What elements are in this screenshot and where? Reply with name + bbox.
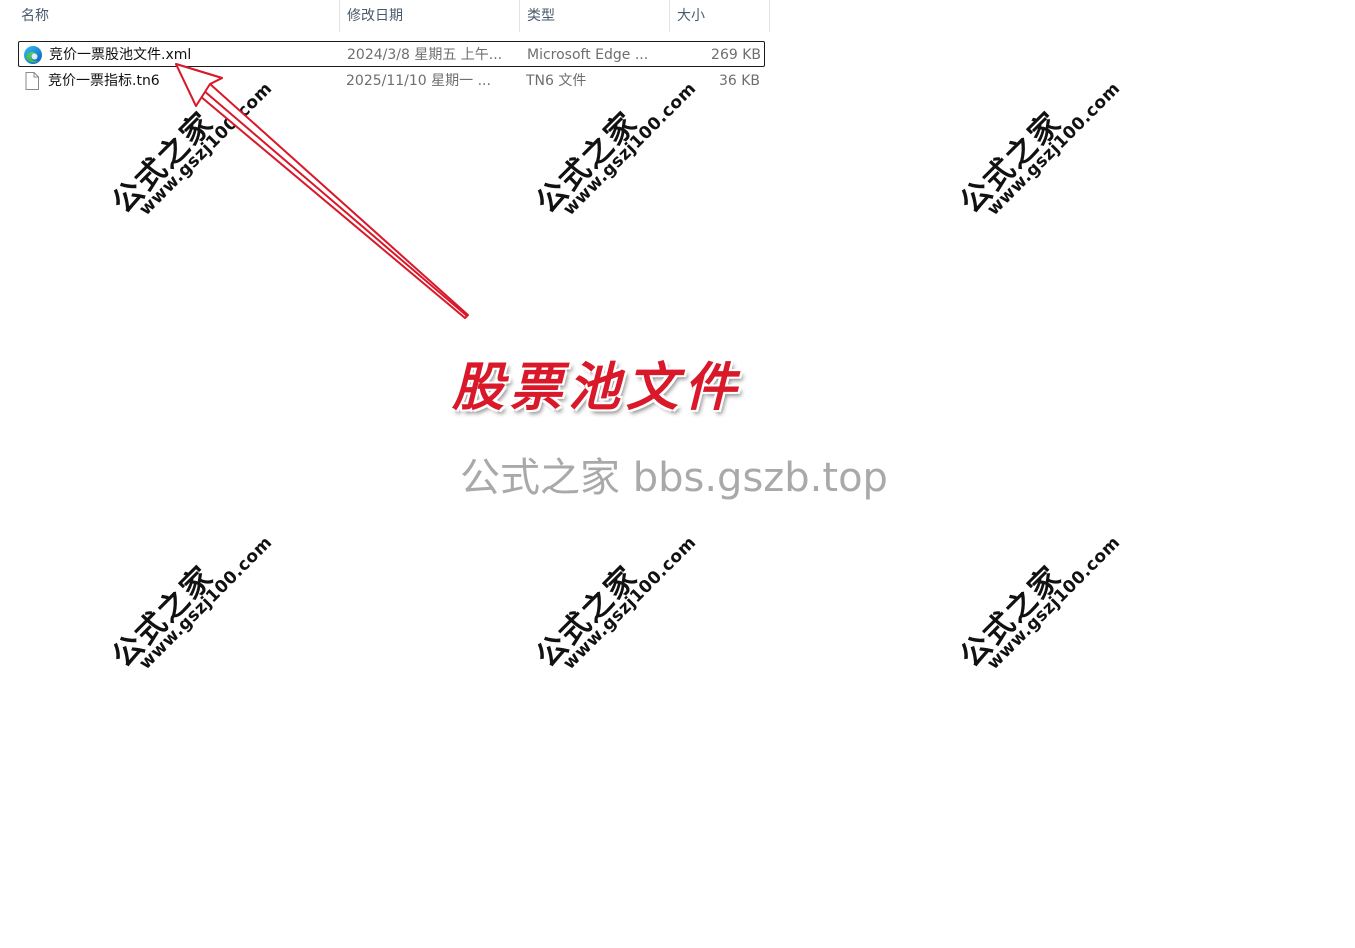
column-size-header[interactable]: 大小 (670, 0, 770, 32)
file-type: Microsoft Edge ... (527, 47, 649, 63)
watermark-stamp: 公式之家 www.gszj100.com (100, 503, 284, 687)
watermark-stamp: 公式之家 www.gszj100.com (948, 503, 1132, 687)
sort-ascending-icon: ^ (171, 0, 181, 7)
file-name: 竞价一票指标.tn6 (48, 73, 160, 89)
file-date: 2024/3/8 星期五 上午... (347, 47, 503, 63)
explorer-window: 名称 ^ 修改日期 类型 大小 竞价一票股池文件.xml 2024/3/8 星期… (0, 0, 1355, 948)
column-header: 名称 ^ 修改日期 类型 大小 (0, 0, 770, 32)
file-size: 269 KB (711, 47, 761, 63)
file-name: 竞价一票股池文件.xml (49, 47, 192, 63)
annotation-label: 股票池文件 (452, 357, 743, 418)
file-date: 2025/11/10 星期一 ... (346, 73, 491, 89)
edge-icon (24, 46, 42, 64)
column-type-header[interactable]: 类型 (520, 0, 670, 32)
site-watermark: 公式之家 bbs.gszb.top (460, 455, 888, 501)
watermark-stamp: 公式之家 www.gszj100.com (524, 503, 708, 687)
column-date-header[interactable]: 修改日期 (340, 0, 520, 32)
watermark-stamp: 公式之家 www.gszj100.com (948, 49, 1132, 233)
file-icon (25, 72, 39, 90)
